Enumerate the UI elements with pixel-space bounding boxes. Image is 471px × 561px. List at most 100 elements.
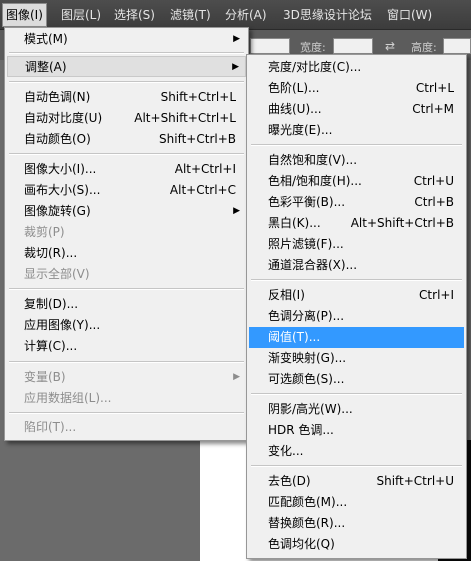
menu-layer[interactable]: 图层(L)	[58, 4, 104, 26]
menu-item-vibrance[interactable]: 自然饱和度(V)...	[249, 150, 464, 171]
menu-item-label: 复制(D)...	[24, 297, 79, 311]
menu-item-label: 色相/饱和度(H)...	[268, 174, 362, 188]
menu-item-hue-saturation[interactable]: 色相/饱和度(H)... Ctrl+U	[249, 171, 464, 192]
height-label: 高度:	[411, 41, 437, 54]
menu-item-image-size[interactable]: 图像大小(I)... Alt+Ctrl+I	[7, 159, 246, 180]
menu-item-shortcut: Ctrl+U	[413, 174, 454, 188]
menu-item-label: 曝光度(E)...	[268, 123, 333, 137]
menu-item-color-balance[interactable]: 色彩平衡(B)... Ctrl+B	[249, 192, 464, 213]
menu-item-calculations[interactable]: 计算(C)...	[7, 336, 246, 357]
image-menu: 模式(M) ▶ 调整(A) ▶ 自动色调(N) Shift+Ctrl+L 自动对…	[4, 27, 249, 441]
menu-item-mode[interactable]: 模式(M) ▶	[7, 29, 246, 50]
menu-analysis[interactable]: 分析(A)	[222, 4, 270, 26]
separator	[251, 393, 462, 395]
menu-item-auto-color[interactable]: 自动颜色(O) Shift+Ctrl+B	[7, 129, 246, 150]
menu-item-channel-mixer[interactable]: 通道混合器(X)...	[249, 255, 464, 276]
menu-item-shortcut: Alt+Ctrl+C	[169, 183, 236, 197]
width-field[interactable]	[333, 38, 373, 54]
menu-item-curves[interactable]: 曲线(U)... Ctrl+M	[249, 99, 464, 120]
menu-item-hdr-toning[interactable]: HDR 色调...	[249, 420, 464, 441]
menu-item-selective-color[interactable]: 可选颜色(S)...	[249, 369, 464, 390]
menu-filter[interactable]: 滤镜(T)	[167, 4, 214, 26]
submenu-arrow-icon: ▶	[233, 206, 240, 216]
menu-item-label: 阈值(T)...	[268, 330, 321, 344]
menu-3d[interactable]: 3D思缘设计论坛	[280, 4, 375, 26]
menu-item-label: 自动颜色(O)	[24, 132, 91, 146]
menu-item-label: 陷印(T)...	[24, 420, 77, 434]
adjustments-submenu: 亮度/对比度(C)... 色阶(L)... Ctrl+L 曲线(U)... Ct…	[246, 54, 467, 559]
menu-item-canvas-size[interactable]: 画布大小(S)... Alt+Ctrl+C	[7, 180, 246, 201]
menu-item-crop[interactable]: 裁剪(P)	[7, 222, 246, 243]
menu-item-shadows-highlights[interactable]: 阴影/高光(W)...	[249, 399, 464, 420]
separator	[9, 361, 244, 363]
menu-item-adjust[interactable]: 调整(A) ▶	[7, 56, 246, 77]
menu-item-label: 曲线(U)...	[268, 102, 322, 116]
swap-icon[interactable]: ⇄	[385, 39, 395, 53]
menu-item-black-white[interactable]: 黑白(K)... Alt+Shift+Ctrl+B	[249, 213, 464, 234]
menu-item-shortcut: Alt+Shift+Ctrl+B	[350, 216, 454, 230]
height-field[interactable]	[443, 38, 471, 54]
separator	[9, 288, 244, 290]
menu-window[interactable]: 窗口(W)	[384, 4, 435, 26]
menu-item-label: 黑白(K)...	[268, 216, 321, 230]
menu-item-desaturate[interactable]: 去色(D) Shift+Ctrl+U	[249, 471, 464, 492]
menu-item-shortcut: Ctrl+I	[419, 288, 454, 302]
separator	[251, 144, 462, 146]
menu-select[interactable]: 选择(S)	[111, 4, 158, 26]
menu-item-match-color[interactable]: 匹配颜色(M)...	[249, 492, 464, 513]
menu-item-image-rotation[interactable]: 图像旋转(G) ▶	[7, 201, 246, 222]
menu-item-variables[interactable]: 变量(B) ▶	[7, 367, 246, 388]
menu-item-label: 可选颜色(S)...	[268, 372, 345, 386]
menu-item-label: 画布大小(S)...	[24, 183, 101, 197]
menu-item-brightness-contrast[interactable]: 亮度/对比度(C)...	[249, 57, 464, 78]
menu-item-label: 自然饱和度(V)...	[268, 153, 358, 167]
style-dropdown[interactable]	[250, 38, 290, 54]
menu-item-label: 应用数据组(L)...	[24, 391, 112, 405]
menu-item-invert[interactable]: 反相(I) Ctrl+I	[249, 285, 464, 306]
menu-item-gradient-map[interactable]: 渐变映射(G)...	[249, 348, 464, 369]
menu-item-reveal-all[interactable]: 显示全部(V)	[7, 264, 246, 285]
menu-item-label: 图像旋转(G)	[24, 204, 91, 218]
menu-item-apply-data-set[interactable]: 应用数据组(L)...	[7, 388, 246, 409]
menu-item-label: HDR 色调...	[268, 423, 334, 437]
menu-item-shortcut: Ctrl+M	[412, 102, 454, 116]
separator	[251, 279, 462, 281]
submenu-arrow-icon: ▶	[233, 372, 240, 382]
menu-image[interactable]: 图像(I)	[2, 3, 47, 27]
menu-bar: 图像(I) 图层(L) 选择(S) 滤镜(T) 分析(A) 3D思缘设计论坛 窗…	[0, 0, 471, 30]
menu-item-label: 变化...	[268, 444, 304, 458]
separator	[9, 81, 244, 83]
menu-item-label: 色调均化(Q)	[268, 537, 335, 551]
menu-item-label: 裁剪(P)	[24, 225, 65, 239]
menu-item-duplicate[interactable]: 复制(D)...	[7, 294, 246, 315]
menu-item-label: 计算(C)...	[24, 339, 78, 353]
menu-item-label: 替换颜色(R)...	[268, 516, 346, 530]
menu-item-label: 色调分离(P)...	[268, 309, 345, 323]
menu-item-label: 去色(D)	[268, 474, 311, 488]
menu-item-trap[interactable]: 陷印(T)...	[7, 417, 246, 438]
menu-item-label: 裁切(R)...	[24, 246, 78, 260]
menu-item-label: 阴影/高光(W)...	[268, 402, 353, 416]
menu-item-label: 模式(M)	[24, 32, 68, 46]
menu-item-shortcut: Ctrl+L	[415, 81, 454, 95]
menu-item-auto-contrast[interactable]: 自动对比度(U) Alt+Shift+Ctrl+L	[7, 108, 246, 129]
menu-item-shortcut: Alt+Shift+Ctrl+L	[134, 111, 236, 125]
menu-item-apply-image[interactable]: 应用图像(Y)...	[7, 315, 246, 336]
menu-item-threshold[interactable]: 阈值(T)...	[249, 327, 464, 348]
menu-item-photo-filter[interactable]: 照片滤镜(F)...	[249, 234, 464, 255]
separator	[9, 153, 244, 155]
menu-item-trim[interactable]: 裁切(R)...	[7, 243, 246, 264]
menu-item-label: 自动色调(N)	[24, 90, 91, 104]
menu-item-exposure[interactable]: 曝光度(E)...	[249, 120, 464, 141]
menu-item-variations[interactable]: 变化...	[249, 441, 464, 462]
menu-item-posterize[interactable]: 色调分离(P)...	[249, 306, 464, 327]
menu-item-label: 自动对比度(U)	[24, 111, 103, 125]
menu-item-replace-color[interactable]: 替换颜色(R)...	[249, 513, 464, 534]
menu-item-label: 匹配颜色(M)...	[268, 495, 348, 509]
separator	[9, 412, 244, 414]
separator	[251, 465, 462, 467]
menu-item-label: 色彩平衡(B)...	[268, 195, 346, 209]
menu-item-equalize[interactable]: 色调均化(Q)	[249, 534, 464, 555]
menu-item-auto-tone[interactable]: 自动色调(N) Shift+Ctrl+L	[7, 87, 246, 108]
menu-item-levels[interactable]: 色阶(L)... Ctrl+L	[249, 78, 464, 99]
